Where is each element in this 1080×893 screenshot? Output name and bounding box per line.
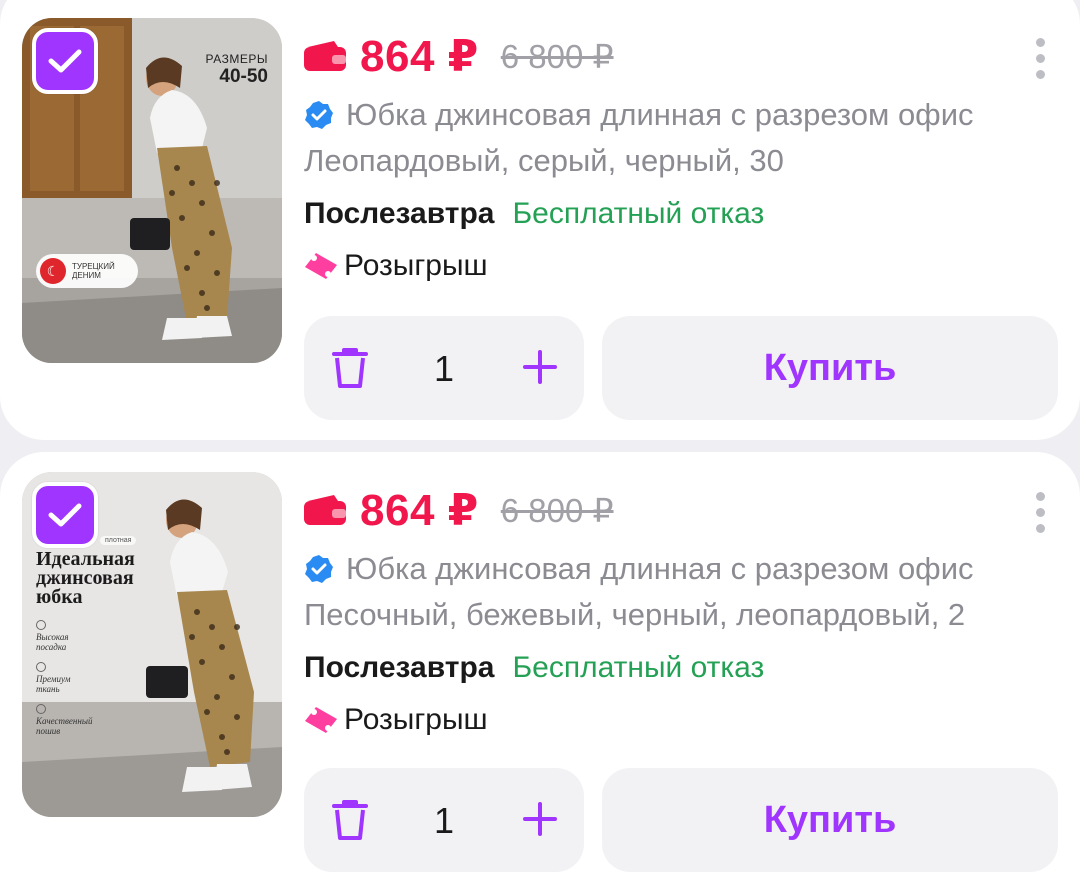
- current-price: 864 ₽: [360, 31, 479, 81]
- origin-badge-text: ТУРЕЦКИЙ ДЕНИМ: [72, 262, 115, 280]
- product-variant: Песочный, бежевый, черный, леопардовый, …: [304, 597, 966, 632]
- more-icon[interactable]: [1036, 492, 1046, 533]
- quantity-stepper: 1: [304, 316, 584, 420]
- product-title: Юбка джинсовая длинная с разрезом офис: [346, 551, 974, 586]
- item-info: 864 ₽ 6 800 ₽ Юбка джинсовая длинная с р…: [304, 28, 1060, 292]
- free-refusal-label: Бесплатный отказ: [512, 651, 765, 684]
- product-title-row[interactable]: Юбка джинсовая длинная с разрезом офис: [304, 546, 1060, 592]
- current-price: 864 ₽: [360, 485, 479, 535]
- wallet-icon: [304, 41, 346, 71]
- ticket-icon: [305, 707, 337, 733]
- raffle-row: Розыгрыш: [304, 694, 1060, 746]
- delivery-row: Послезавтра Бесплатный отказ: [304, 642, 1060, 694]
- product-variant: Леопардовый, серый, черный, 30: [304, 143, 784, 178]
- buy-button[interactable]: Купить: [602, 768, 1058, 872]
- cart-item: плотная Идеальная джинсовая юбка Высокая…: [0, 452, 1080, 893]
- free-refusal-label: Бесплатный отказ: [512, 197, 765, 230]
- old-price: 6 800 ₽: [500, 491, 614, 529]
- old-price: 6 800 ₽: [500, 37, 614, 75]
- buy-button[interactable]: Купить: [602, 316, 1058, 420]
- feature-1: Высокая посадка: [36, 620, 96, 652]
- product-title: Юбка джинсовая длинная с разрезом офис: [346, 97, 974, 132]
- ticket-icon: [305, 253, 337, 279]
- verified-icon: [305, 555, 333, 583]
- turkey-flag-icon: ☾: [40, 258, 66, 284]
- promo-tag: плотная: [100, 536, 137, 545]
- wallet-icon: [304, 495, 346, 525]
- plus-icon[interactable]: [522, 801, 558, 837]
- feature-2: Премиум ткань: [36, 662, 96, 694]
- origin-badge: ☾ ТУРЕЦКИЙ ДЕНИМ: [36, 254, 138, 288]
- select-checkbox[interactable]: [32, 28, 98, 94]
- select-checkbox[interactable]: [32, 482, 98, 548]
- product-image[interactable]: РАЗМЕРЫ 40-50 ☾ ТУРЕЦКИЙ ДЕНИМ: [22, 18, 282, 363]
- check-icon: [48, 503, 82, 527]
- delivery-date: Послезавтра: [304, 651, 495, 684]
- quantity-stepper: 1: [304, 768, 584, 872]
- sizes-value: 40-50: [219, 66, 268, 87]
- delivery-row: Послезавтра Бесплатный отказ: [304, 188, 1060, 240]
- price-row: 864 ₽ 6 800 ₽: [304, 28, 1060, 84]
- sizes-label: РАЗМЕРЫ: [205, 52, 268, 66]
- feature-3: Качественный пошив: [36, 704, 106, 736]
- check-icon: [48, 49, 82, 73]
- promo-headline: Идеальная джинсовая юбка: [36, 548, 135, 608]
- delivery-date: Послезавтра: [304, 197, 495, 230]
- item-info: 864 ₽ 6 800 ₽ Юбка джинсовая длинная с р…: [304, 482, 1060, 746]
- raffle-label: Розыгрыш: [344, 249, 488, 282]
- raffle-row: Розыгрыш: [304, 240, 1060, 292]
- raffle-label: Розыгрыш: [344, 703, 488, 736]
- product-title-row[interactable]: Юбка джинсовая длинная с разрезом офис: [304, 92, 1060, 138]
- plus-icon[interactable]: [522, 349, 558, 385]
- product-image[interactable]: плотная Идеальная джинсовая юбка Высокая…: [22, 472, 282, 817]
- cart-item: РАЗМЕРЫ 40-50 ☾ ТУРЕЦКИЙ ДЕНИМ 864 ₽ 6 8…: [0, 0, 1080, 440]
- price-row: 864 ₽ 6 800 ₽: [304, 482, 1060, 538]
- more-icon[interactable]: [1036, 38, 1046, 79]
- verified-icon: [305, 101, 333, 129]
